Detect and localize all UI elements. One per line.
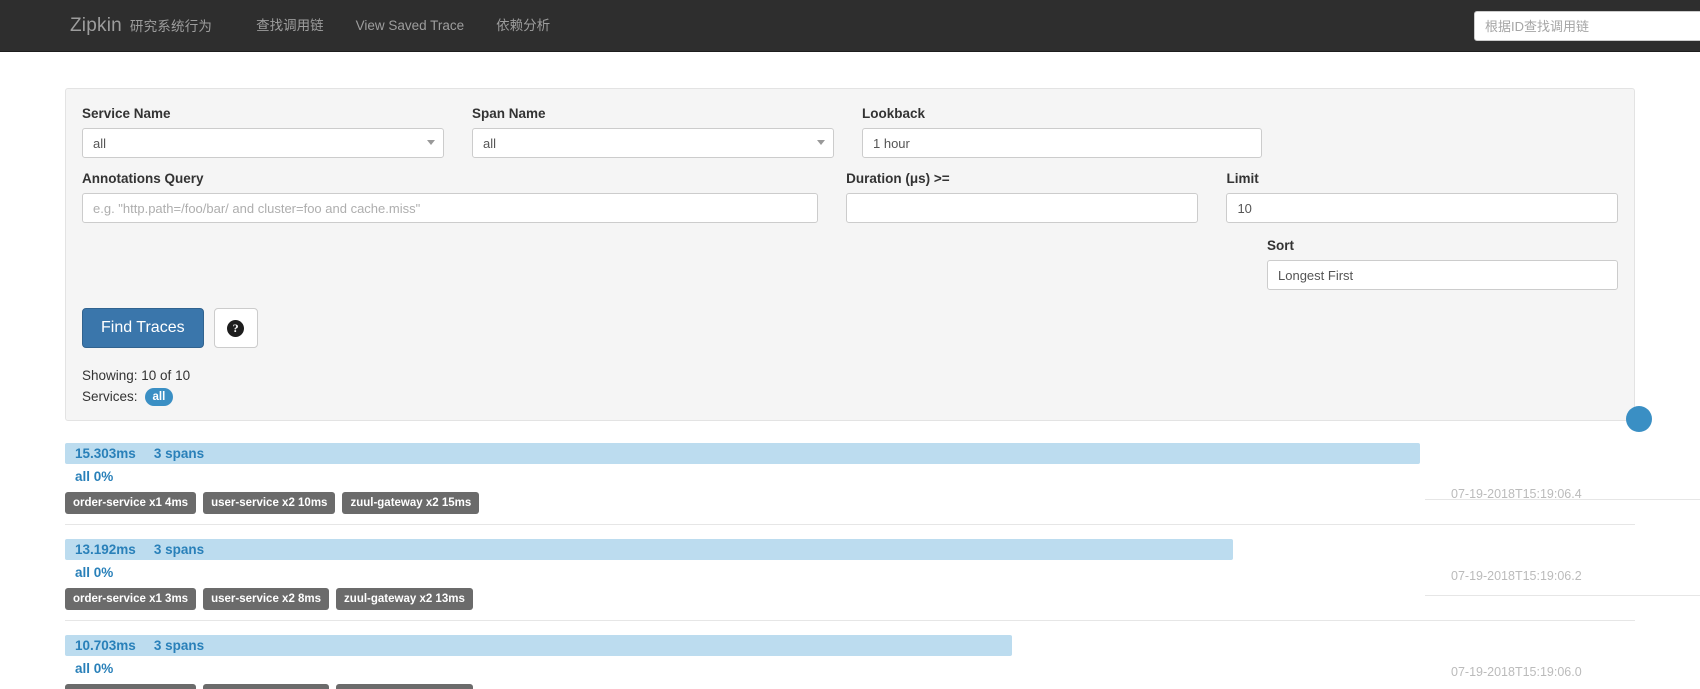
limit-input[interactable]	[1226, 193, 1618, 223]
annotations-query-label: Annotations Query	[82, 171, 204, 186]
trace-duration-bar	[65, 443, 1420, 464]
service-tag[interactable]: zuul-gateway x2 13ms	[336, 588, 473, 610]
search-form-panel: Service Name Span Name Lookback	[65, 88, 1652, 432]
service-badge-all[interactable]: all	[144, 387, 174, 406]
showing-count: Showing: 10 of 10	[82, 368, 191, 383]
service-tag[interactable]: user-service x2 10ms	[203, 492, 336, 514]
trace-span-count: 3 spans	[153, 446, 205, 461]
search-row-3: Sort	[82, 235, 1618, 302]
lookback-select[interactable]	[862, 128, 1262, 158]
lookback-label: Lookback	[862, 106, 926, 121]
table-row[interactable]: 10.703ms 3 spans all 0% order-service x1…	[65, 620, 1635, 689]
service-tag[interactable]: order-service x1 4ms	[65, 492, 197, 514]
annotations-query-input[interactable]	[82, 193, 819, 223]
trace-id-search-input[interactable]	[1474, 11, 1700, 41]
zipkin-app: Zipkin 研究系统行为 查找调用链 View Saved Trace 依赖分…	[0, 0, 1700, 689]
service-name-select-wrap	[82, 128, 444, 158]
search-row-1: Service Name Span Name Lookback	[82, 105, 1618, 170]
sort-select[interactable]	[1267, 260, 1618, 290]
trace-percent: all 0%	[75, 565, 114, 580]
service-tag[interactable]: zuul-gateway x2 15ms	[342, 492, 480, 514]
top-navbar: Zipkin 研究系统行为 查找调用链 View Saved Trace 依赖分…	[0, 0, 1700, 52]
trace-duration: 15.303ms	[75, 446, 136, 461]
span-name-select-wrap	[472, 128, 834, 158]
table-row[interactable]: 15.303ms 3 spans all 0% order-service x1…	[65, 443, 1700, 524]
trace-span-count: 3 spans	[153, 638, 205, 653]
trace-duration-bar-row: 10.703ms 3 spans	[65, 635, 1635, 656]
span-name-label: Span Name	[472, 106, 546, 121]
service-name-label: Service Name	[82, 106, 171, 121]
limit-label: Limit	[1226, 171, 1259, 186]
search-row-2: Annotations Query Duration (μs) >= Limit	[82, 170, 1618, 235]
trace-span-count: 3 spans	[153, 542, 205, 557]
service-tag[interactable]: user-service x2 8ms	[203, 588, 330, 610]
trace-duration: 13.192ms	[75, 542, 136, 557]
sort-group: Sort	[1267, 237, 1618, 290]
service-tag[interactable]: order-service x1 1ms	[65, 684, 197, 689]
sort-label: Sort	[1267, 238, 1294, 253]
trace-duration-bar-row: 15.303ms 3 spans	[65, 443, 1635, 464]
scroll-indicator-dot[interactable]	[1626, 406, 1652, 432]
service-name-select[interactable]	[82, 128, 444, 158]
brand-logo[interactable]: Zipkin 研究系统行为	[70, 15, 212, 37]
trace-service-tags: order-service x1 4ms user-service x2 10m…	[65, 492, 1635, 514]
trace-service-tags: order-service x1 1ms user-service x2 6ms…	[65, 684, 1635, 689]
search-actions: Find Traces ?	[82, 308, 1618, 348]
find-traces-button[interactable]: Find Traces	[82, 308, 204, 348]
question-mark-icon: ?	[227, 319, 245, 337]
trace-timestamp: 07-19-2018T15:19:06.0	[1451, 665, 1582, 679]
trace-duration-bar	[65, 539, 1233, 560]
service-tag[interactable]: user-service x2 6ms	[203, 684, 330, 689]
help-button[interactable]: ?	[213, 308, 258, 348]
services-label: Services:	[82, 389, 138, 404]
trace-timestamp: 07-19-2018T15:19:06.2	[1451, 569, 1582, 583]
trace-summary: 13.192ms 3 spans	[75, 539, 204, 560]
duration-input[interactable]	[846, 193, 1199, 223]
span-name-group: Span Name	[472, 105, 834, 158]
nav-search-area	[1474, 11, 1700, 41]
service-tag[interactable]: order-service x1 3ms	[65, 588, 197, 610]
service-tag[interactable]: zuul-gateway x2 10ms	[336, 684, 473, 689]
trace-duration: 10.703ms	[75, 638, 136, 653]
lookback-group: Lookback	[862, 105, 1262, 158]
trace-summary: 15.303ms 3 spans	[75, 443, 204, 464]
trace-duration-bar-row: 13.192ms 3 spans	[65, 539, 1635, 560]
trace-percent: all 0%	[75, 661, 114, 676]
span-name-select[interactable]	[472, 128, 834, 158]
trace-duration-bar	[65, 635, 1013, 656]
nav-link-find-traces[interactable]: 查找调用链	[240, 0, 340, 51]
services-filter-line: Services: all	[82, 387, 1618, 406]
brand-name: Zipkin	[70, 14, 122, 36]
page-content: Service Name Span Name Lookback	[0, 88, 1700, 689]
trace-service-tags: order-service x1 3ms user-service x2 8ms…	[65, 588, 1635, 610]
duration-label: Duration (μs) >=	[846, 171, 950, 186]
trace-summary: 10.703ms 3 spans	[75, 635, 204, 656]
nav-link-dependencies[interactable]: 依赖分析	[480, 0, 566, 51]
annotations-query-group: Annotations Query	[82, 170, 819, 223]
trace-results-list: 15.303ms 3 spans all 0% order-service x1…	[65, 443, 1700, 689]
divider	[1425, 499, 1700, 500]
trace-percent: all 0%	[75, 469, 114, 484]
duration-group: Duration (μs) >=	[846, 170, 1199, 223]
table-row[interactable]: 13.192ms 3 spans all 0% order-service x1…	[65, 524, 1700, 620]
nav-link-view-saved-trace[interactable]: View Saved Trace	[340, 0, 481, 51]
nav-links: 查找调用链 View Saved Trace 依赖分析	[240, 0, 566, 51]
brand-subtitle: 研究系统行为	[129, 18, 213, 34]
divider	[1425, 595, 1700, 596]
limit-group: Limit	[1226, 170, 1618, 223]
service-name-group: Service Name	[82, 105, 444, 158]
